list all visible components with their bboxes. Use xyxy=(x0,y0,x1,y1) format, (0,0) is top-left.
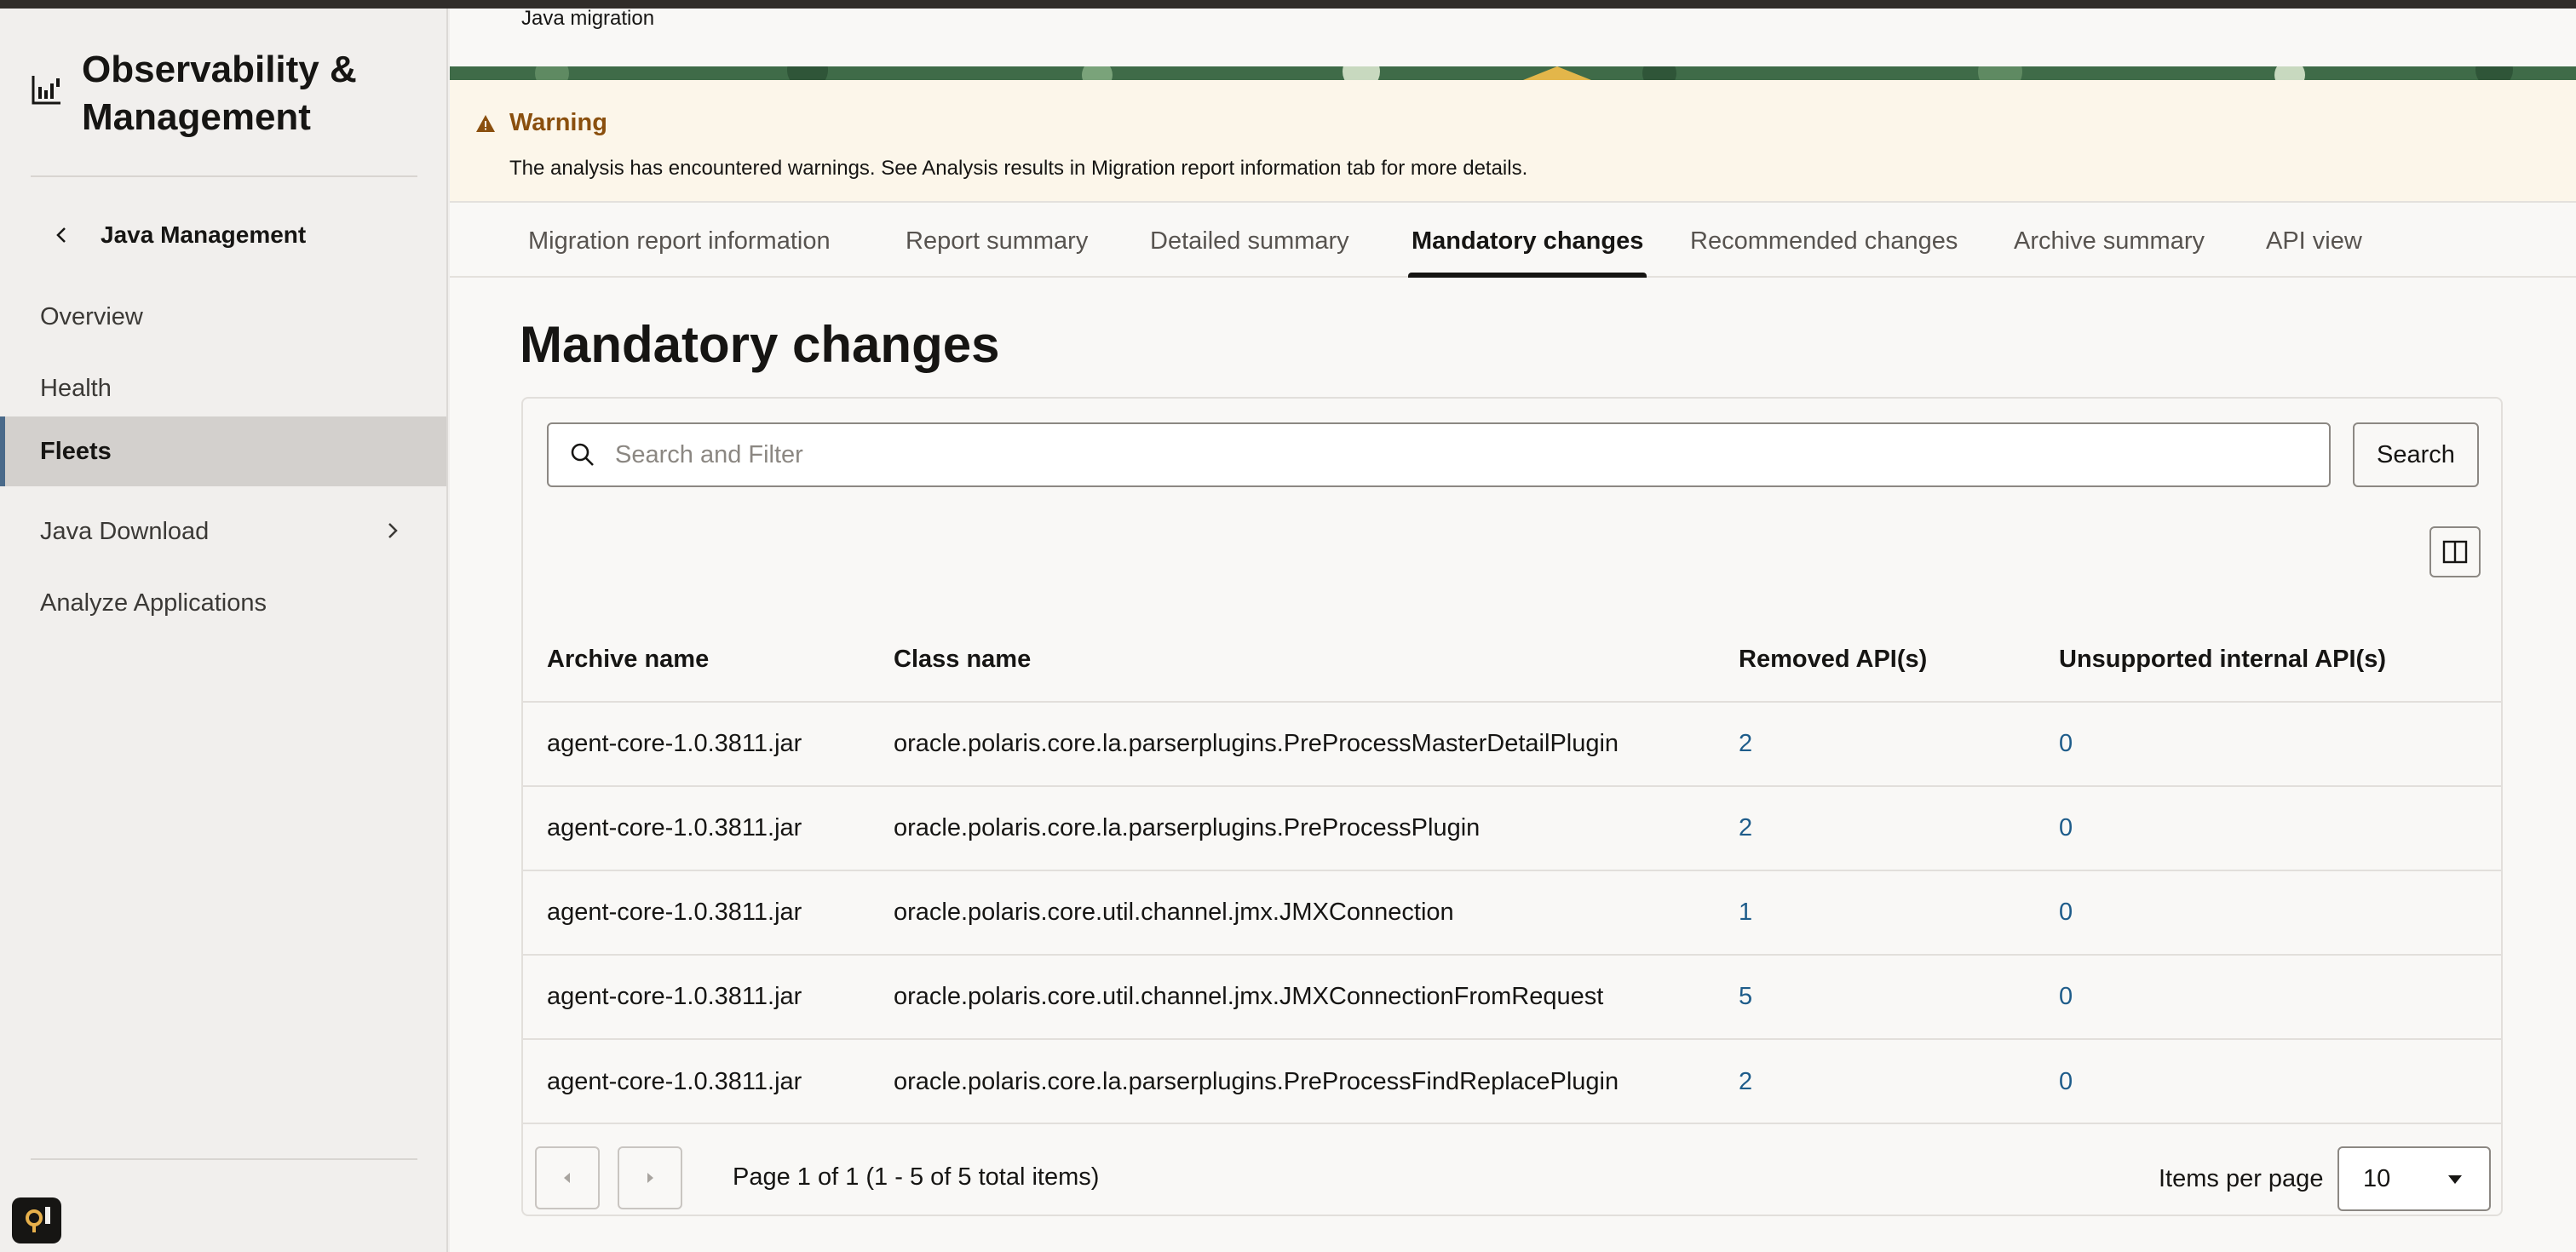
table-row: agent-core-1.0.3811.jar oracle.polaris.c… xyxy=(523,955,2501,1040)
banner-pattern xyxy=(450,66,2576,80)
sidebar-item-fleets[interactable]: Fleets xyxy=(0,416,446,486)
removed-apis-link[interactable]: 2 xyxy=(1715,1039,2035,1123)
table-row: agent-core-1.0.3811.jar oracle.polaris.c… xyxy=(523,786,2501,871)
sidebar-item-label: Fleets xyxy=(40,437,112,465)
search-icon xyxy=(571,443,594,466)
main-content: Java migration Warning The analysis has … xyxy=(450,9,2576,1252)
class-name-cell: oracle.polaris.core.la.parserplugins.Pre… xyxy=(870,786,1715,871)
warning-banner: Warning The analysis has encountered war… xyxy=(450,80,2576,203)
sidebar-item-label: Health xyxy=(40,374,112,402)
unsupported-apis-link[interactable]: 0 xyxy=(2035,702,2501,787)
assistant-button[interactable] xyxy=(12,1197,61,1243)
archive-name-cell: agent-core-1.0.3811.jar xyxy=(523,702,870,787)
tab-detailed-summary[interactable]: Detailed summary xyxy=(1150,204,1349,278)
table-row: agent-core-1.0.3811.jar oracle.polaris.c… xyxy=(523,1039,2501,1123)
mandatory-changes-table: Archive name Class name Removed API(s) U… xyxy=(523,618,2501,1123)
warning-header: Warning xyxy=(475,109,607,137)
brand-title: Observability & Management xyxy=(82,49,357,138)
sidebar-item-label: Analyze Applications xyxy=(40,589,267,617)
tab-mandatory-changes[interactable]: Mandatory changes xyxy=(1407,204,1647,278)
column-header-class-name[interactable]: Class name xyxy=(870,618,1715,703)
class-name-cell: oracle.polaris.core.la.parserplugins.Pre… xyxy=(870,702,1715,787)
page-title: Mandatory changes xyxy=(520,316,1000,373)
table-header-row: Archive name Class name Removed API(s) U… xyxy=(523,618,2501,703)
tab-migration-report-information[interactable]: Migration report information xyxy=(528,204,831,278)
pagination-status: Page 1 of 1 (1 - 5 of 5 total items) xyxy=(733,1163,1100,1191)
tab-archive-summary[interactable]: Archive summary xyxy=(2014,204,2205,278)
unsupported-apis-link[interactable]: 0 xyxy=(2035,955,2501,1040)
archive-name-cell: agent-core-1.0.3811.jar xyxy=(523,786,870,871)
items-per-page-value: 10 xyxy=(2363,1165,2391,1192)
chevron-left-icon xyxy=(56,227,66,243)
column-header-unsupported-internal-apis[interactable]: Unsupported internal API(s) xyxy=(2035,618,2501,703)
sidebar-item-analyze-applications[interactable]: Analyze Applications xyxy=(0,568,446,638)
unsupported-apis-link[interactable]: 0 xyxy=(2035,786,2501,871)
class-name-cell: oracle.polaris.core.util.channel.jmx.JMX… xyxy=(870,870,1715,956)
sidebar-divider xyxy=(31,175,417,177)
sidebar-item-label: Java Download xyxy=(40,517,210,545)
unsupported-apis-link[interactable]: 0 xyxy=(2035,1039,2501,1123)
search-input[interactable] xyxy=(615,440,2234,469)
sidebar-item-overview[interactable]: Overview xyxy=(0,282,446,352)
sidebar-divider xyxy=(31,1158,417,1160)
sidebar-item-java-download[interactable]: Java Download xyxy=(0,497,446,566)
previous-page-button[interactable] xyxy=(535,1146,600,1209)
table-row: agent-core-1.0.3811.jar oracle.polaris.c… xyxy=(523,870,2501,956)
caret-down-icon xyxy=(2448,1175,2462,1184)
class-name-cell: oracle.polaris.core.la.parserplugins.Pre… xyxy=(894,1067,1619,1095)
removed-apis-link[interactable]: 2 xyxy=(1715,702,2035,787)
sidebar-item-label: Overview xyxy=(40,302,143,330)
search-button[interactable]: Search xyxy=(2353,422,2479,487)
caret-left-icon xyxy=(564,1173,570,1183)
report-tabs: Migration report information Report summ… xyxy=(450,204,2576,278)
top-bar xyxy=(0,0,2576,9)
back-to-java-management[interactable]: Java Management xyxy=(51,221,306,249)
items-per-page-select[interactable]: 10 xyxy=(2337,1146,2491,1211)
removed-apis-link[interactable]: 2 xyxy=(1715,786,2035,871)
tab-recommended-changes[interactable]: Recommended changes xyxy=(1690,204,1958,278)
class-name-cell: oracle.polaris.core.util.channel.jmx.JMX… xyxy=(870,955,1715,1040)
warning-title: Warning xyxy=(509,109,607,136)
caret-right-icon xyxy=(647,1173,653,1183)
manage-columns-button[interactable] xyxy=(2429,526,2481,577)
archive-name-cell: agent-core-1.0.3811.jar xyxy=(547,1067,802,1095)
tab-api-view[interactable]: API view xyxy=(2266,204,2362,278)
chevron-right-icon xyxy=(388,523,398,538)
header-banner xyxy=(450,66,2576,80)
chart-icon xyxy=(32,76,60,105)
warning-message: The analysis has encountered warnings. S… xyxy=(509,157,1528,180)
unsupported-apis-link[interactable]: 0 xyxy=(2035,870,2501,956)
next-page-button[interactable] xyxy=(618,1146,682,1209)
sidebar-item-health[interactable]: Health xyxy=(0,353,446,423)
removed-apis-link[interactable]: 1 xyxy=(1715,870,2035,956)
tab-report-summary[interactable]: Report summary xyxy=(906,204,1088,278)
archive-name-cell: agent-core-1.0.3811.jar xyxy=(523,955,870,1040)
table-row: agent-core-1.0.3811.jar oracle.polaris.c… xyxy=(523,702,2501,787)
pagination: Page 1 of 1 (1 - 5 of 5 total items) Ite… xyxy=(523,1123,2501,1215)
warning-icon xyxy=(476,114,495,132)
breadcrumb[interactable]: Java migration xyxy=(521,9,654,36)
archive-name-cell: agent-core-1.0.3811.jar xyxy=(523,870,870,956)
columns-icon xyxy=(2442,540,2468,564)
column-header-removed-apis[interactable]: Removed API(s) xyxy=(1715,618,2035,703)
brand: Observability & Management xyxy=(31,46,405,141)
back-label: Java Management xyxy=(101,221,307,248)
results-panel: Search Archive name Class name Removed A… xyxy=(521,397,2503,1216)
items-per-page-label: Items per page xyxy=(2159,1165,2324,1192)
column-header-archive-name[interactable]: Archive name xyxy=(523,618,870,703)
sidebar: Observability & Management Java Manageme… xyxy=(0,9,448,1252)
removed-apis-link[interactable]: 5 xyxy=(1715,955,2035,1040)
assistant-icon xyxy=(26,1207,50,1232)
search-box[interactable] xyxy=(547,422,2331,487)
